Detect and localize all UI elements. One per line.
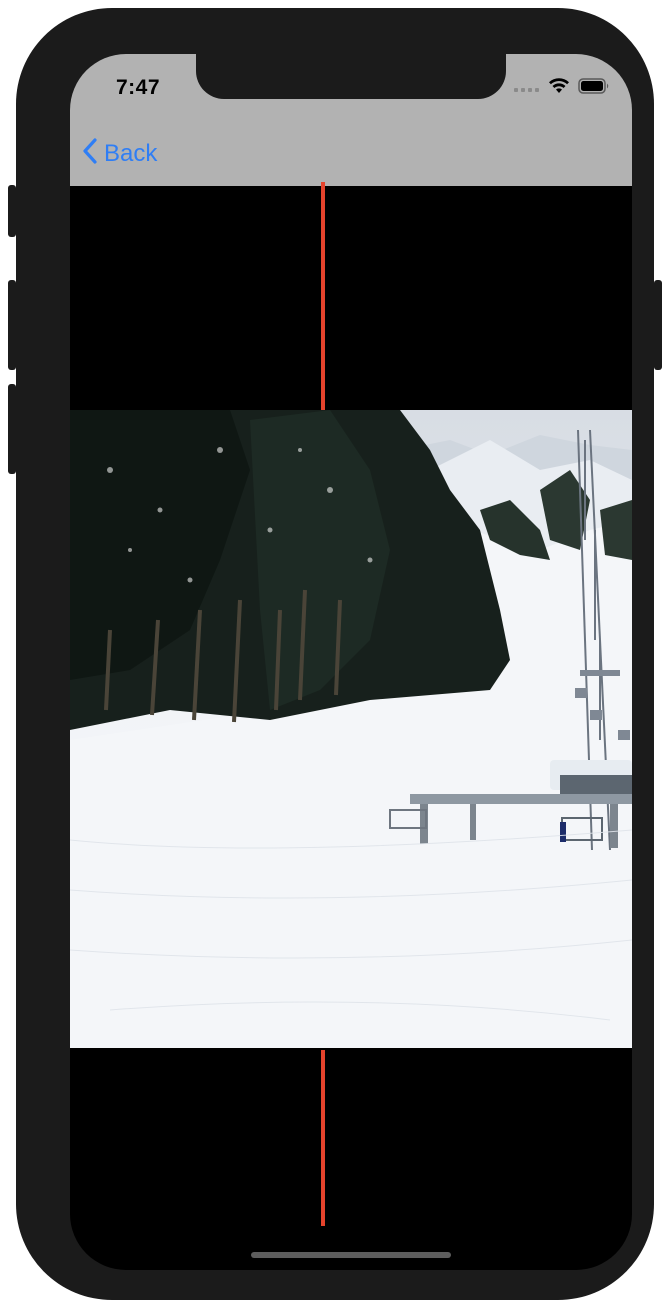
chevron-left-icon (82, 137, 98, 170)
screen: 7:47 Back (70, 54, 632, 1270)
status-time: 7:47 (116, 76, 161, 99)
power-button (654, 280, 662, 370)
back-button-label: Back (104, 139, 158, 167)
mute-switch (8, 185, 16, 237)
notch (196, 54, 506, 99)
home-indicator[interactable] (251, 1252, 451, 1258)
phone-frame: 7:47 Back (16, 8, 654, 1300)
battery-icon (578, 77, 610, 99)
volume-down-button (8, 384, 16, 474)
status-icons (514, 77, 610, 99)
cellular-signal-icon (514, 79, 540, 97)
volume-up-button (8, 280, 16, 370)
guide-line-bottom (321, 1050, 325, 1226)
wifi-icon (548, 77, 570, 99)
guide-line-top (321, 182, 325, 410)
back-button[interactable]: Back (82, 137, 157, 170)
ski-slope-photo (70, 410, 632, 1048)
